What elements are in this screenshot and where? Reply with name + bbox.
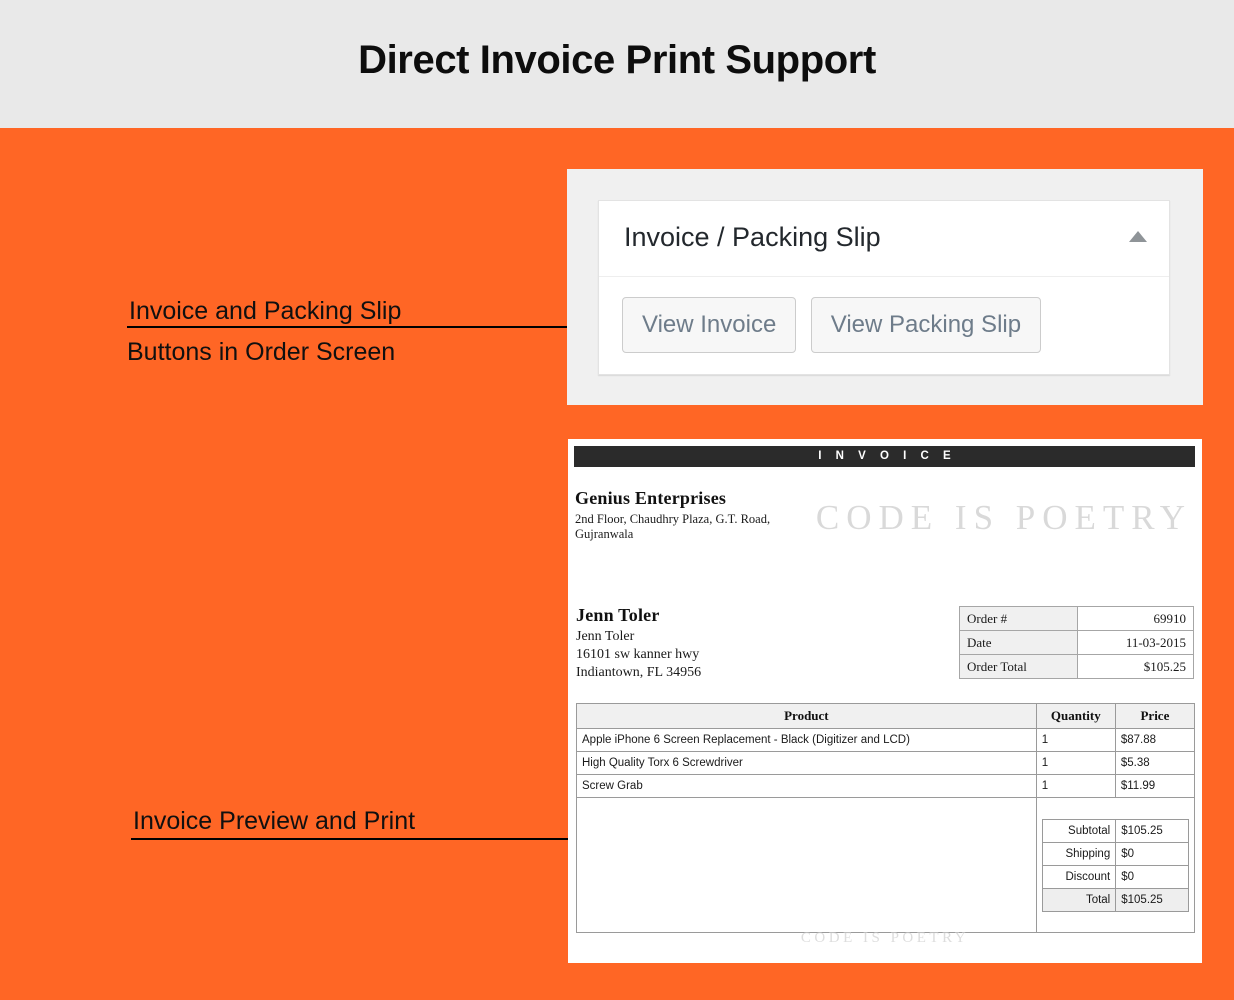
- totals-value-total: $105.25: [1115, 887, 1189, 912]
- cell-price: $87.88: [1114, 728, 1196, 752]
- cell-quantity: 1: [1035, 728, 1116, 752]
- watermark-bottom: CODE IS POETRY: [800, 930, 970, 946]
- order-meta-key: Date: [959, 630, 1078, 655]
- customer-name: Jenn Toler: [576, 605, 660, 625]
- invoice-banner: I N V O I C E: [574, 446, 1195, 467]
- annotation-2-leader-line: [131, 838, 617, 840]
- column-header-price: Price: [1114, 703, 1196, 729]
- table-row: Shipping $0: [1041, 841, 1189, 866]
- page-root: Direct Invoice Print Support Invoice and…: [0, 0, 1234, 1000]
- totals-label-total: Total: [1041, 887, 1117, 912]
- table-row: Discount $0: [1041, 864, 1189, 889]
- invoice-packing-slip-metabox: Invoice / Packing Slip View Invoice View…: [598, 200, 1170, 375]
- table-row: Subtotal $105.25: [1041, 818, 1189, 843]
- table-header-row: Product Quantity Price: [576, 703, 1196, 729]
- order-meta-table: Order # 69910 Date 11-03-2015 Order Tota…: [959, 606, 1194, 679]
- order-meta-value: $105.25: [1077, 654, 1194, 679]
- metabox-header[interactable]: Invoice / Packing Slip: [599, 201, 1169, 277]
- cell-product: Screw Grab: [576, 774, 1037, 798]
- order-meta-value: 11-03-2015: [1077, 630, 1194, 655]
- empty-cell: [576, 797, 1037, 933]
- customer-address-line-3: Indiantown, FL 34956: [576, 665, 702, 680]
- table-row: Order Total $105.25: [959, 654, 1194, 679]
- customer-address-line-2: 16101 sw kanner hwy: [576, 647, 700, 662]
- totals-value-shipping: $0: [1115, 841, 1189, 866]
- metabox-body: View Invoice View Packing Slip: [599, 277, 1169, 353]
- totals-container: Subtotal $105.25 Shipping $0 Discount $0…: [1035, 797, 1196, 933]
- totals-label-subtotal: Subtotal: [1041, 818, 1117, 843]
- invoice-preview-card: I N V O I C E Genius Enterprises 2nd Flo…: [568, 439, 1202, 963]
- invoice-document: I N V O I C E Genius Enterprises 2nd Flo…: [574, 446, 1196, 956]
- cell-quantity: 1: [1035, 774, 1116, 798]
- totals-value-subtotal: $105.25: [1115, 818, 1189, 843]
- triangle-up-icon[interactable]: [1129, 231, 1147, 242]
- company-block: Genius Enterprises 2nd Floor, Chaudhry P…: [575, 488, 770, 542]
- table-row: Screw Grab 1 $11.99: [576, 774, 1196, 798]
- view-invoice-button[interactable]: View Invoice: [622, 297, 797, 353]
- customer-address: Jenn Toler 16101 sw kanner hwy Indiantow…: [576, 628, 701, 682]
- annotation-1-line-2: Buttons in Order Screen: [127, 338, 396, 366]
- customer-block: Jenn Toler Jenn Toler 16101 sw kanner hw…: [576, 605, 701, 682]
- customer-address-line-1: Jenn Toler: [576, 629, 635, 644]
- cell-price: $11.99: [1114, 774, 1196, 798]
- cell-product: Apple iPhone 6 Screen Replacement - Blac…: [576, 728, 1037, 752]
- totals-label-discount: Discount: [1041, 864, 1117, 889]
- table-row: Date 11-03-2015: [959, 630, 1194, 655]
- order-meta-key: Order #: [959, 606, 1078, 631]
- company-address-line-1: 2nd Floor, Chaudhry Plaza, G.T. Road,: [575, 512, 771, 526]
- totals-row: Subtotal $105.25 Shipping $0 Discount $0…: [576, 797, 1196, 933]
- column-header-product: Product: [576, 703, 1037, 729]
- table-row: Order # 69910: [959, 606, 1194, 631]
- table-row: High Quality Torx 6 Screwdriver 1 $5.38: [576, 751, 1196, 775]
- table-row: Apple iPhone 6 Screen Replacement - Blac…: [576, 728, 1196, 752]
- column-header-quantity: Quantity: [1035, 703, 1116, 729]
- table-row: Total $105.25: [1041, 887, 1189, 912]
- order-meta-key: Order Total: [959, 654, 1078, 679]
- totals-label-shipping: Shipping: [1041, 841, 1117, 866]
- order-screen-screenshot-card: Invoice / Packing Slip View Invoice View…: [567, 169, 1203, 405]
- company-address-line-2: Gujranwala: [575, 527, 634, 541]
- totals-table: Subtotal $105.25 Shipping $0 Discount $0…: [1041, 818, 1189, 912]
- company-name: Genius Enterprises: [575, 488, 727, 508]
- watermark-top: CODE IS POETRY: [815, 498, 1192, 537]
- metabox-title: Invoice / Packing Slip: [624, 222, 881, 252]
- totals-value-discount: $0: [1115, 864, 1189, 889]
- annotation-2-line-1: Invoice Preview and Print: [133, 807, 416, 835]
- cell-product: High Quality Torx 6 Screwdriver: [576, 751, 1037, 775]
- order-meta-value: 69910: [1077, 606, 1194, 631]
- page-title: Direct Invoice Print Support: [358, 38, 876, 82]
- annotation-1-leader-line: [127, 326, 613, 328]
- company-address: 2nd Floor, Chaudhry Plaza, G.T. Road, Gu…: [575, 512, 770, 542]
- view-packing-slip-button[interactable]: View Packing Slip: [810, 297, 1042, 353]
- cell-price: $5.38: [1114, 751, 1196, 775]
- products-table: Product Quantity Price Apple iPhone 6 Sc…: [576, 703, 1196, 933]
- cell-quantity: 1: [1035, 751, 1116, 775]
- page-header: Direct Invoice Print Support: [0, 0, 1234, 128]
